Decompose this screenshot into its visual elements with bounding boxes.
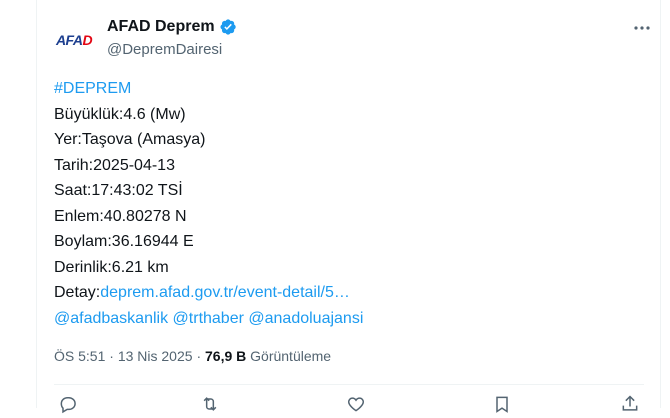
bookmark-icon [496, 396, 508, 413]
magnitude-line: Büyüklük:4.6 (Mw) [54, 105, 186, 123]
reply-button[interactable] [58, 394, 78, 414]
mention-trthaber[interactable]: @trthaber [173, 310, 244, 327]
detail-link[interactable]: deprem.afad.gov.tr/event-detail/5… [100, 284, 350, 301]
hashtag-link[interactable]: #DEPREM [54, 80, 131, 97]
divider [54, 384, 644, 385]
like-button[interactable] [346, 394, 366, 414]
left-column-border [36, 0, 37, 408]
detail-line: Detay:deprem.afad.gov.tr/event-detail/5… [54, 280, 644, 306]
mentions-line: @afadbaskanlik @trthaber @anadoluajansi [54, 306, 644, 332]
display-name-row[interactable]: AFAD Deprem [107, 16, 237, 38]
meta-dot: · [109, 348, 114, 364]
tweet-header: AFAD AFAD Deprem @DepremDairesi [52, 14, 652, 62]
more-options-icon[interactable] [632, 18, 652, 38]
account-names: AFAD Deprem @DepremDairesi [107, 16, 237, 58]
tweet-text: #DEPREM Büyüklük:4.6 (Mw) Yer:Taşova (Am… [54, 76, 644, 331]
tweet-time[interactable]: ÖS 5:51 [54, 348, 105, 364]
tweet-date[interactable]: 13 Nis 2025 [118, 348, 193, 364]
location-line: Yer:Taşova (Amasya) [54, 131, 206, 148]
time-line: Saat:17:43:02 TSİ [54, 182, 183, 199]
meta-dot-2: · [196, 348, 202, 364]
detail-label: Detay: [54, 284, 101, 301]
bookmark-button[interactable] [492, 394, 512, 414]
display-name[interactable]: AFAD Deprem [107, 18, 215, 36]
views-label: Görüntüleme [250, 348, 332, 364]
right-column-border [660, 0, 661, 408]
account-handle[interactable]: @DepremDairesi [107, 41, 237, 58]
avatar[interactable]: AFAD [52, 18, 96, 62]
afad-logo: AFAD [55, 32, 93, 48]
latitude-line: Enlem:40.80278 N [54, 207, 187, 225]
share-icon [622, 395, 638, 411]
depth-line: Derinlik:6.21 km [54, 258, 169, 276]
tweet-actions [54, 394, 644, 418]
retweet-icon [203, 397, 217, 411]
longitude-line: Boylam:36.16944 E [54, 233, 194, 250]
date-line: Tarih:2025-04-13 [54, 156, 175, 174]
tweet-meta: ÖS 5:51 · 13 Nis 2025 · 76,9 B Görüntüle… [54, 348, 331, 364]
reply-icon [60, 397, 76, 414]
retweet-button[interactable] [200, 394, 220, 414]
views-count: 76,9 B [205, 348, 247, 364]
mention-afadbaskanlik[interactable]: @afadbaskanlik [54, 310, 168, 327]
like-icon [347, 397, 365, 412]
share-button[interactable] [620, 394, 640, 414]
mention-anadoluajansi[interactable]: @anadoluajansi [248, 310, 363, 327]
verified-badge-icon [220, 19, 236, 35]
